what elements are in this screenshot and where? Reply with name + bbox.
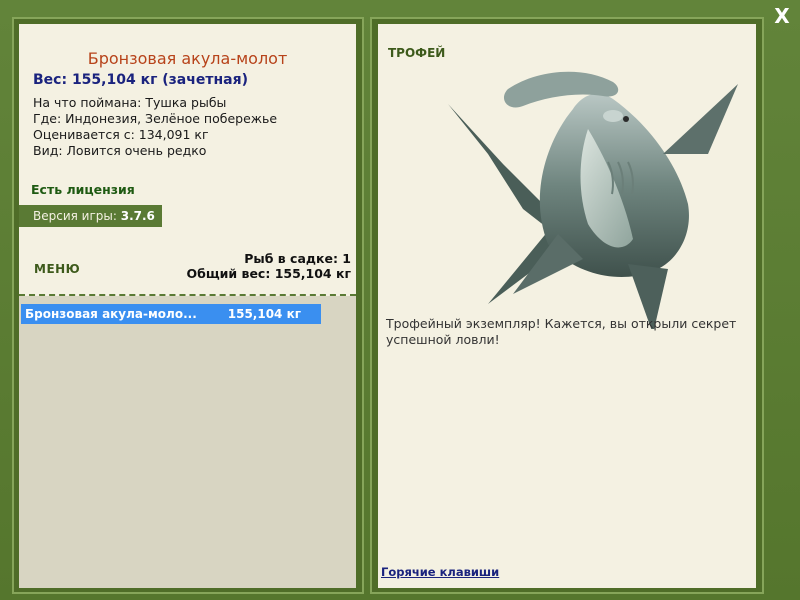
catch-list-item[interactable]: Бронзовая акула-моло... 155,104 кг	[21, 304, 321, 324]
menu-button[interactable]: МЕНЮ	[34, 262, 80, 276]
fish-rated-from: Оценивается с: 134,091 кг	[33, 127, 209, 142]
trophy-label: ТРОФЕЙ	[388, 46, 446, 60]
license-status: Есть лицензия	[31, 182, 135, 197]
hammerhead-shark-icon	[448, 71, 738, 329]
fish-weight: Вес: 155,104 кг (зачетная)	[33, 72, 248, 88]
fish-title: Бронзовая акула-молот	[87, 49, 288, 68]
hotkeys-link[interactable]: Горячие клавиши	[381, 565, 499, 579]
trophy-description: Трофейный экземпляр! Кажется, вы открыли…	[386, 316, 737, 347]
close-button[interactable]: X	[772, 5, 792, 27]
fish-rarity: Вид: Ловится очень редко	[33, 143, 207, 158]
version-label: Версия игры:	[33, 209, 117, 223]
keep-total-weight: Общий вес: 155,104 кг	[186, 266, 352, 281]
trophy-panel: ТРОФЕЙ Трофейный экземпляр! Кажется, вы …	[378, 24, 756, 588]
catch-item-weight: 155,104 кг	[227, 307, 301, 321]
catch-item-name: Бронзовая акула-моло...	[25, 307, 197, 321]
fish-bait: На что поймана: Тушка рыбы	[33, 95, 227, 110]
keep-stats: Рыб в садке: 1 Общий вес: 155,104 кг	[187, 251, 352, 281]
keep-count: Рыб в садке: 1	[244, 251, 351, 266]
catch-list[interactable]	[19, 296, 356, 588]
fish-details: На что поймана: Тушка рыбы Где: Индонези…	[33, 95, 277, 159]
version-badge: Версия игры: 3.7.6	[19, 205, 162, 227]
fish-info-panel: Бронзовая акула-молот Вес: 155,104 кг (з…	[19, 24, 356, 588]
fish-location: Где: Индонезия, Зелёное побережье	[33, 111, 278, 126]
version-value: 3.7.6	[120, 209, 155, 223]
